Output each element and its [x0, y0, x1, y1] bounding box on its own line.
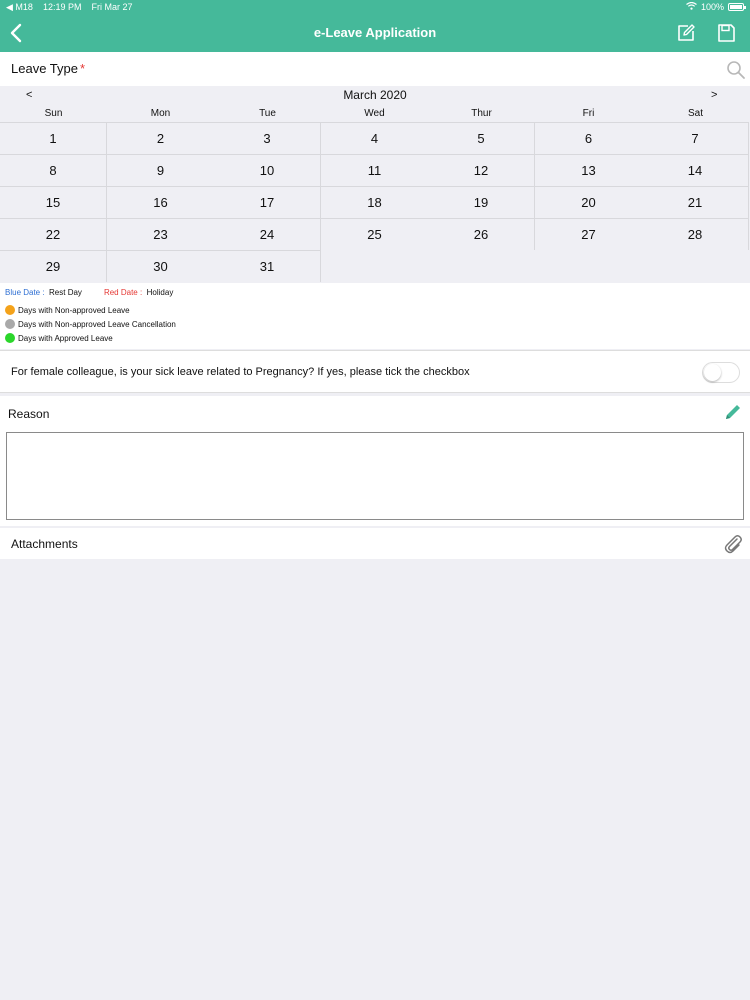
rest-day-key: Blue Date : Rest Day	[5, 288, 82, 297]
calendar-day[interactable]: 28	[642, 218, 749, 250]
calendar-legend: Blue Date : Rest Day Red Date : Holiday …	[0, 283, 750, 349]
calendar-day[interactable]: 26	[428, 218, 535, 250]
floppy-disk-icon	[718, 24, 735, 42]
calendar-day[interactable]: 16	[107, 186, 214, 218]
next-month-button[interactable]: >	[711, 89, 717, 101]
calendar: < March 2020 > Sun Mon Tue Wed Thur Fri …	[0, 86, 750, 283]
weekday-label: Sun	[44, 108, 63, 119]
calendar-day[interactable]: 18	[321, 186, 428, 218]
calendar-day[interactable]: 29	[0, 250, 107, 282]
pregnancy-toggle[interactable]	[702, 362, 740, 383]
pregnancy-question: For female colleague, is your sick leave…	[11, 366, 470, 378]
page-title: e-Leave Application	[313, 25, 437, 40]
calendar-day[interactable]: 22	[0, 218, 107, 250]
calendar-day[interactable]: 4	[321, 122, 428, 154]
calendar-header: < March 2020 >	[0, 86, 750, 106]
calendar-day[interactable]: 6	[535, 122, 642, 154]
edit-icon	[678, 24, 695, 41]
leave-type-label: Leave Type *	[11, 61, 86, 76]
weekday-label: Fri	[582, 108, 595, 119]
search-button[interactable]	[726, 60, 746, 80]
attach-button[interactable]	[723, 533, 743, 554]
required-mark: *	[79, 61, 86, 76]
calendar-day[interactable]: 13	[535, 154, 642, 186]
calendar-day[interactable]: 3	[214, 122, 321, 154]
calendar-day[interactable]: 21	[642, 186, 749, 218]
calendar-grid: 1 2 3 4 5 6 7 8 9 10 11 12 13 14 15 16 17 18 19 20 21 22 23 24 2…	[0, 122, 750, 282]
weekday-label: Tue	[259, 108, 276, 119]
calendar-day[interactable]: 10	[214, 154, 321, 186]
calendar-day[interactable]: 20	[535, 186, 642, 218]
weekday-label: Thur	[471, 108, 492, 119]
status-date: Fri Mar 27	[91, 2, 133, 12]
calendar-day[interactable]: 19	[428, 186, 535, 218]
orange-dot-icon	[5, 305, 15, 315]
carrier-label: ◀ M18	[6, 2, 33, 12]
weekday-header: Sun Mon Tue Wed Thur Fri Sat	[0, 108, 750, 122]
attachments-label: Attachments	[11, 537, 78, 551]
calendar-day[interactable]: 17	[214, 186, 321, 218]
weekday-label: Sat	[687, 108, 703, 119]
weekday-label: Wed	[364, 108, 385, 119]
calendar-day[interactable]: 8	[0, 154, 107, 186]
calendar-day[interactable]: 1	[0, 122, 107, 154]
calendar-day[interactable]: 7	[642, 122, 749, 154]
calendar-day[interactable]: 9	[107, 154, 214, 186]
calendar-day[interactable]: 2	[107, 122, 214, 154]
edit-button[interactable]	[674, 21, 698, 45]
attachments-row[interactable]: Attachments	[0, 528, 750, 559]
calendar-month: March 2020	[343, 88, 407, 102]
leave-type-field[interactable]: Leave Type *	[0, 52, 750, 86]
reason-section: Reason	[0, 396, 750, 526]
save-button[interactable]	[714, 21, 738, 45]
legend-item-non-approved-leave: Days with Non-approved Leave	[5, 305, 130, 315]
calendar-day[interactable]: 24	[214, 218, 321, 250]
calendar-day[interactable]: 25	[321, 218, 428, 250]
date-color-key: Blue Date : Rest Day Red Date : Holiday	[5, 288, 173, 297]
pencil-icon	[726, 405, 740, 419]
calendar-day[interactable]: 23	[107, 218, 214, 250]
paperclip-icon	[724, 535, 742, 554]
calendar-day[interactable]: 5	[428, 122, 535, 154]
weekday-label: Mon	[150, 108, 171, 119]
reason-textarea[interactable]	[6, 432, 744, 520]
calendar-day[interactable]: 12	[428, 154, 535, 186]
green-dot-icon	[5, 333, 15, 343]
calendar-day[interactable]: 14	[642, 154, 749, 186]
nav-bar: e-Leave Application	[0, 15, 750, 52]
legend-item-non-approved-cancellation: Days with Non-approved Leave Cancellatio…	[5, 319, 176, 329]
toggle-knob	[704, 364, 721, 381]
legend-item-approved-leave: Days with Approved Leave	[5, 333, 113, 343]
calendar-day[interactable]: 31	[214, 250, 321, 282]
battery-icon	[728, 3, 746, 11]
edit-reason-button[interactable]	[724, 403, 742, 421]
wifi-icon	[686, 1, 697, 12]
search-icon	[727, 61, 745, 79]
holiday-key: Red Date : Holiday	[103, 288, 174, 297]
reason-label: Reason	[8, 407, 50, 421]
status-bar: ◀ M18 12:19 PM Fri Mar 27 100%	[0, 0, 750, 15]
status-time: 12:19 PM	[42, 2, 82, 12]
calendar-day[interactable]: 27	[535, 218, 642, 250]
gray-dot-icon	[5, 319, 15, 329]
battery-percent: 100%	[700, 2, 724, 12]
calendar-day[interactable]: 15	[0, 186, 107, 218]
calendar-day[interactable]: 30	[107, 250, 214, 282]
pregnancy-row: For female colleague, is your sick leave…	[0, 350, 750, 393]
calendar-day[interactable]: 11	[321, 154, 428, 186]
